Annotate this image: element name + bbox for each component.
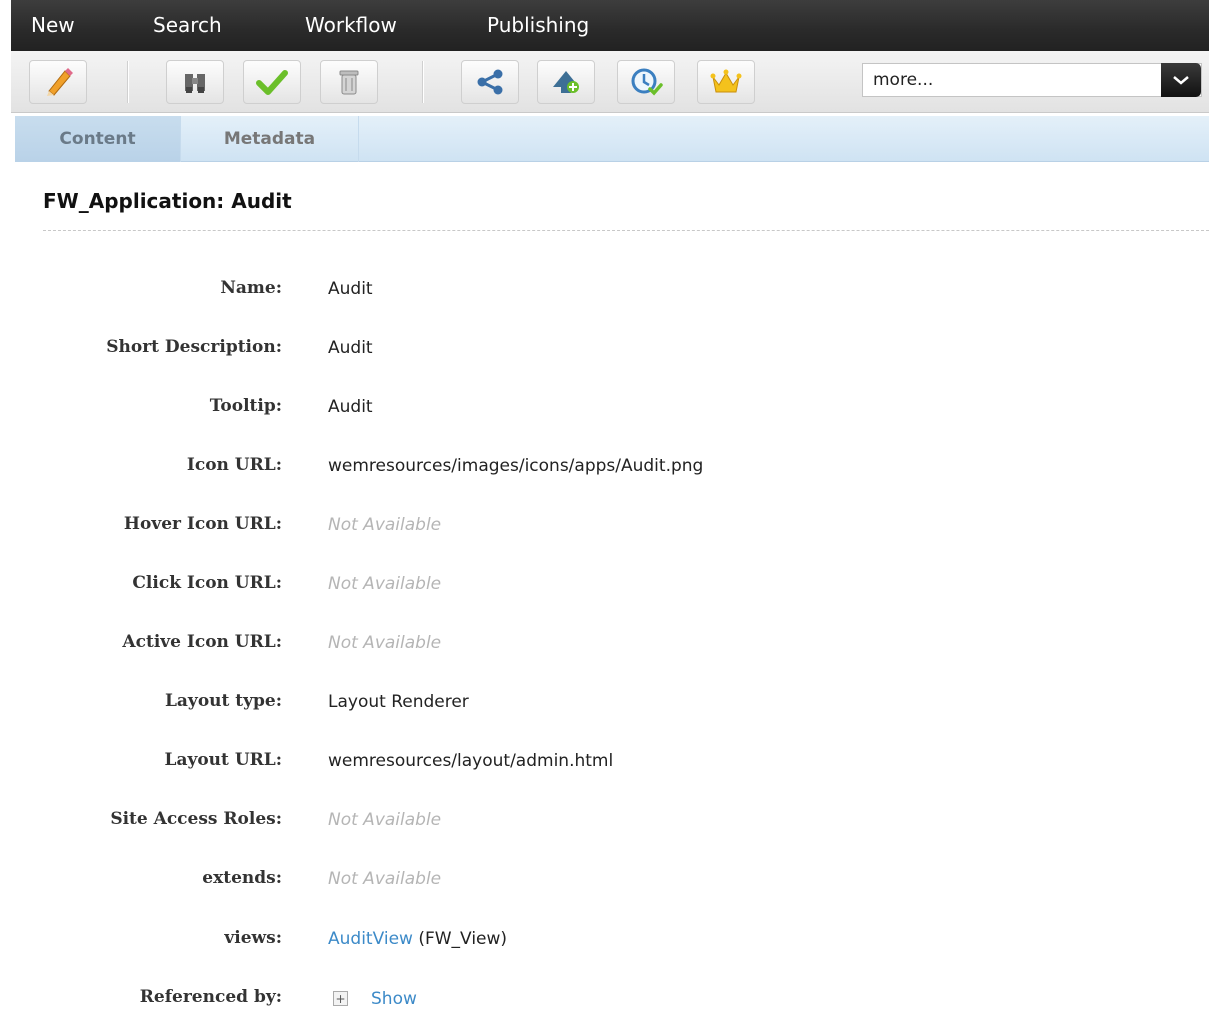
field-value: Audit: [328, 338, 373, 358]
menu-workflow[interactable]: Workflow: [305, 13, 397, 37]
field-row-name: Name: Audit: [0, 278, 1209, 308]
field-value: AuditView (FW_View): [328, 929, 507, 949]
add-to-workflow-button[interactable]: [537, 60, 595, 104]
top-menu-bar: New Search Workflow Publishing: [11, 0, 1209, 51]
field-value-not-available: Not Available: [328, 574, 442, 594]
field-label: Site Access Roles:: [110, 809, 282, 829]
field-label: views:: [224, 928, 282, 948]
field-row-referenced-by: Referenced by: + Show: [0, 987, 1209, 1009]
field-row-icon-url: Icon URL: wemresources/images/icons/apps…: [0, 455, 1209, 485]
menu-publishing[interactable]: Publishing: [487, 13, 589, 37]
share-icon: [477, 69, 503, 95]
toolbar: more...: [11, 51, 1209, 113]
field-row-short-description: Short Description: Audit: [0, 337, 1209, 367]
view-type-text: (FW_View): [412, 929, 508, 949]
field-row-extends: extends: Not Available: [0, 868, 1209, 898]
bird-add-icon: [553, 71, 579, 93]
menu-new[interactable]: New: [31, 13, 75, 37]
toolbar-separator: [422, 61, 424, 103]
tab-metadata[interactable]: Metadata: [181, 116, 359, 162]
delete-button[interactable]: [320, 60, 378, 104]
expand-plus-icon[interactable]: +: [333, 991, 348, 1006]
menu-search[interactable]: Search: [153, 13, 222, 37]
promote-button[interactable]: [697, 60, 755, 104]
field-row-layout-type: Layout type: Layout Renderer: [0, 691, 1209, 721]
tab-bar: Content Metadata: [15, 116, 1209, 162]
edit-button[interactable]: [29, 60, 87, 104]
pencil-icon: [47, 68, 73, 96]
field-label: Name:: [220, 278, 282, 298]
field-row-views: views: AuditView (FW_View): [0, 928, 1209, 958]
auditview-link[interactable]: AuditView: [328, 929, 413, 949]
field-row-layout-url: Layout URL: wemresources/layout/admin.ht…: [0, 750, 1209, 780]
more-actions-dropdown-button[interactable]: [1161, 63, 1201, 97]
field-row-hover-icon-url: Hover Icon URL: Not Available: [0, 514, 1209, 544]
show-references-link[interactable]: Show: [371, 989, 417, 1009]
field-label: Layout type:: [164, 691, 282, 711]
field-label: extends:: [202, 868, 282, 888]
binoculars-icon: [185, 74, 205, 93]
page-title: FW_Application: Audit: [43, 189, 292, 213]
field-value-not-available: Not Available: [328, 810, 442, 830]
field-value-not-available: Not Available: [328, 515, 442, 535]
field-label: Active Icon URL:: [122, 632, 282, 652]
field-value: Audit: [328, 279, 373, 299]
checkmark-icon: [256, 70, 288, 95]
field-label: Layout URL:: [164, 750, 283, 770]
approve-button[interactable]: [243, 60, 301, 104]
tab-content[interactable]: Content: [15, 116, 181, 162]
inspect-button[interactable]: [166, 60, 224, 104]
field-row-active-icon-url: Active Icon URL: Not Available: [0, 632, 1209, 662]
field-label: Tooltip:: [209, 396, 282, 416]
field-value-not-available: Not Available: [328, 869, 442, 889]
clock-icon: [631, 68, 663, 96]
share-button[interactable]: [461, 60, 519, 104]
field-value-not-available: Not Available: [328, 633, 442, 653]
field-row-tooltip: Tooltip: Audit: [0, 396, 1209, 426]
toolbar-separator: [127, 61, 129, 103]
field-value: wemresources/images/icons/apps/Audit.png: [328, 456, 704, 476]
more-actions-select[interactable]: more...: [862, 63, 1202, 97]
schedule-button[interactable]: [617, 60, 675, 104]
field-label: Short Description:: [106, 337, 282, 357]
crown-icon: [710, 69, 742, 93]
field-label: Icon URL:: [186, 455, 282, 475]
field-label: Referenced by:: [139, 987, 282, 1007]
field-value: Layout Renderer: [328, 692, 469, 712]
chevron-down-icon: [1173, 76, 1189, 85]
more-actions-value: more...: [873, 70, 934, 90]
field-value: Audit: [328, 397, 373, 417]
field-label: Click Icon URL:: [132, 573, 282, 593]
field-row-site-access-roles: Site Access Roles: Not Available: [0, 809, 1209, 839]
title-divider: [43, 230, 1209, 231]
trash-icon: [339, 70, 359, 95]
field-value: wemresources/layout/admin.html: [328, 751, 614, 771]
field-label: Hover Icon URL:: [123, 514, 282, 534]
field-row-click-icon-url: Click Icon URL: Not Available: [0, 573, 1209, 603]
